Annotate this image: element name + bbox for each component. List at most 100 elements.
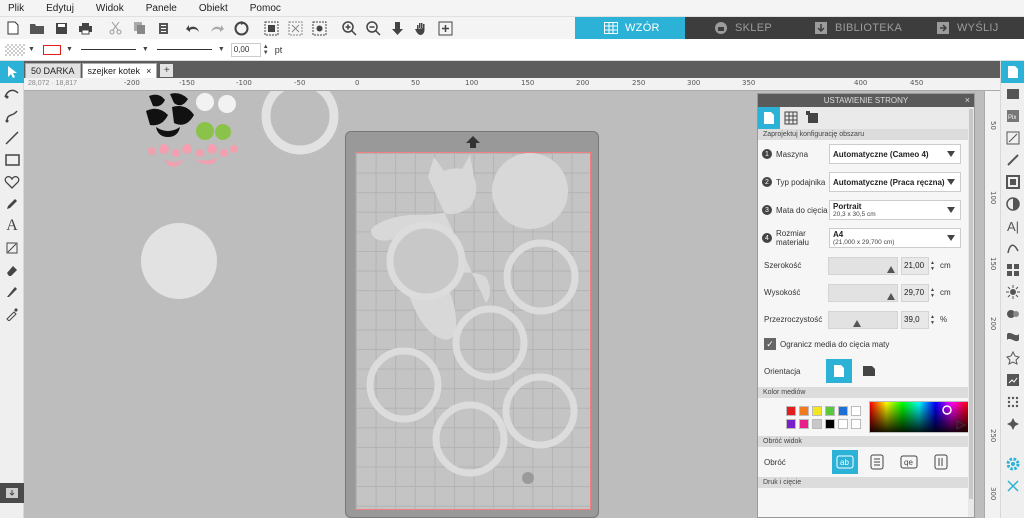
doc-tab-szejker-kotek[interactable]: szejker kotek × [81, 63, 158, 78]
chevron-down-icon[interactable]: ▼ [66, 46, 73, 53]
text-on-path-icon[interactable] [0, 237, 24, 259]
chevron-down-icon[interactable]: ▼ [218, 46, 225, 53]
panel-scrollbar[interactable] [968, 107, 974, 517]
copy-icon[interactable] [128, 18, 150, 38]
offset-dots-icon[interactable] [1001, 391, 1024, 413]
zoom-out-icon[interactable] [362, 18, 384, 38]
open-folder-icon[interactable] [26, 18, 48, 38]
menu-object[interactable]: Obiekt [199, 3, 228, 14]
zoom-in-icon[interactable] [338, 18, 360, 38]
transform-icon[interactable] [1001, 171, 1024, 193]
fill-pattern-swatch[interactable] [5, 43, 25, 56]
menu-view[interactable]: Widok [96, 3, 124, 14]
new-file-icon[interactable] [2, 18, 24, 38]
pen-tool-icon[interactable] [0, 193, 24, 215]
trace-icon[interactable] [308, 18, 330, 38]
menu-help[interactable]: Pomoc [250, 3, 281, 14]
portrait-button[interactable] [826, 359, 852, 383]
transparency-input[interactable]: 39,0 [901, 310, 929, 329]
color-swatch[interactable] [851, 405, 861, 416]
select-all-icon[interactable] [260, 18, 282, 38]
pan-hand-icon[interactable] [410, 18, 432, 38]
heart-tool-icon[interactable] [0, 171, 24, 193]
chevron-down-icon[interactable]: ▼ [142, 46, 149, 53]
scrollbar-thumb[interactable] [969, 109, 973, 499]
eyedropper-icon[interactable] [0, 303, 24, 325]
height-input[interactable]: 29,70 [901, 283, 929, 302]
pixscan-icon[interactable]: Pix [1001, 105, 1024, 127]
library-panel-icon[interactable] [1001, 83, 1024, 105]
background-tab-icon[interactable] [802, 107, 824, 129]
slider-thumb[interactable] [887, 265, 895, 273]
color-picker[interactable] [869, 401, 969, 433]
color-swatch[interactable] [799, 418, 809, 429]
chevron-down-icon[interactable]: ▼ [28, 46, 35, 53]
rotate-0-button[interactable]: ab [832, 450, 858, 474]
deselect-icon[interactable] [284, 18, 306, 38]
width-slider[interactable] [828, 256, 898, 275]
close-icon[interactable]: × [146, 66, 151, 76]
puzzle-icon[interactable] [1001, 413, 1024, 435]
line-color-icon[interactable] [1001, 149, 1024, 171]
modify-icon[interactable] [1001, 303, 1024, 325]
stepper-icon[interactable]: ▲ ▼ [930, 311, 937, 329]
machine-select[interactable]: Automatyczne (Cameo 4) [829, 144, 961, 164]
menu-edit[interactable]: Edytuj [46, 3, 74, 14]
limit-media-checkbox[interactable]: ✓ [764, 338, 776, 350]
page-tab-icon[interactable] [758, 107, 780, 129]
redo-icon[interactable] [206, 18, 228, 38]
menu-panels[interactable]: Panele [146, 3, 177, 14]
line-style-select[interactable] [80, 49, 136, 50]
undo-icon[interactable] [182, 18, 204, 38]
color-swatch[interactable] [799, 405, 809, 416]
stepper-icon[interactable]: ▲ ▼ [263, 44, 269, 56]
replicate-icon[interactable] [1001, 259, 1024, 281]
zoom-fit-icon[interactable] [386, 18, 408, 38]
color-swatch[interactable] [838, 418, 848, 429]
download-panel-toggle[interactable] [0, 483, 24, 503]
color-swatch[interactable] [851, 418, 861, 429]
tab-library[interactable]: BIBLIOTEKA [803, 17, 923, 39]
cut-settings-icon[interactable] [1001, 475, 1024, 497]
add-tab-button[interactable]: + [160, 64, 174, 77]
line-end-select[interactable] [156, 49, 212, 50]
stepper-icon[interactable]: ▲ ▼ [930, 257, 937, 275]
menu-file[interactable]: Plik [8, 3, 24, 14]
color-swatch[interactable] [825, 405, 835, 416]
curve-tool-icon[interactable] [0, 105, 24, 127]
line-tool-icon[interactable] [0, 127, 24, 149]
eraser-icon[interactable] [0, 259, 24, 281]
contrast-icon[interactable] [1001, 193, 1024, 215]
feed-select[interactable]: Automatyczne (Praca ręczna) [829, 172, 961, 192]
color-swatch[interactable] [812, 418, 822, 429]
stepper-icon[interactable]: ▲ ▼ [930, 284, 937, 302]
warp-icon[interactable] [1001, 325, 1024, 347]
fill-color-icon[interactable] [1001, 127, 1024, 149]
rotate-90-button[interactable] [864, 450, 890, 474]
rhinestone-icon[interactable] [1001, 347, 1024, 369]
tab-send[interactable]: WYŚLIJ [923, 17, 1024, 39]
slider-thumb[interactable] [853, 319, 861, 327]
rectangle-tool-icon[interactable] [0, 149, 24, 171]
settings-gear-icon[interactable] [1001, 453, 1024, 475]
add-page-icon[interactable] [434, 18, 456, 38]
save-icon[interactable] [50, 18, 72, 38]
color-swatch[interactable] [825, 418, 835, 429]
transparency-slider[interactable] [828, 310, 898, 329]
text-tool-icon[interactable]: A [0, 215, 24, 237]
sun-settings-icon[interactable] [1001, 281, 1024, 303]
refresh-icon[interactable] [230, 18, 252, 38]
width-input[interactable]: 21,00 [901, 256, 929, 275]
color-swatch[interactable] [838, 405, 848, 416]
picker-arrow-icon[interactable] [956, 420, 966, 430]
cut-icon[interactable] [104, 18, 126, 38]
rotate-180-button[interactable]: qe [896, 450, 922, 474]
page-setup-icon[interactable] [1001, 61, 1024, 83]
slider-thumb[interactable] [887, 292, 895, 300]
paste-icon[interactable] [152, 18, 174, 38]
grid-tab-icon[interactable] [780, 107, 802, 129]
height-slider[interactable] [828, 283, 898, 302]
tab-store[interactable]: SKLEP [685, 17, 803, 39]
print-icon[interactable] [74, 18, 96, 38]
color-swatch[interactable] [812, 405, 822, 416]
